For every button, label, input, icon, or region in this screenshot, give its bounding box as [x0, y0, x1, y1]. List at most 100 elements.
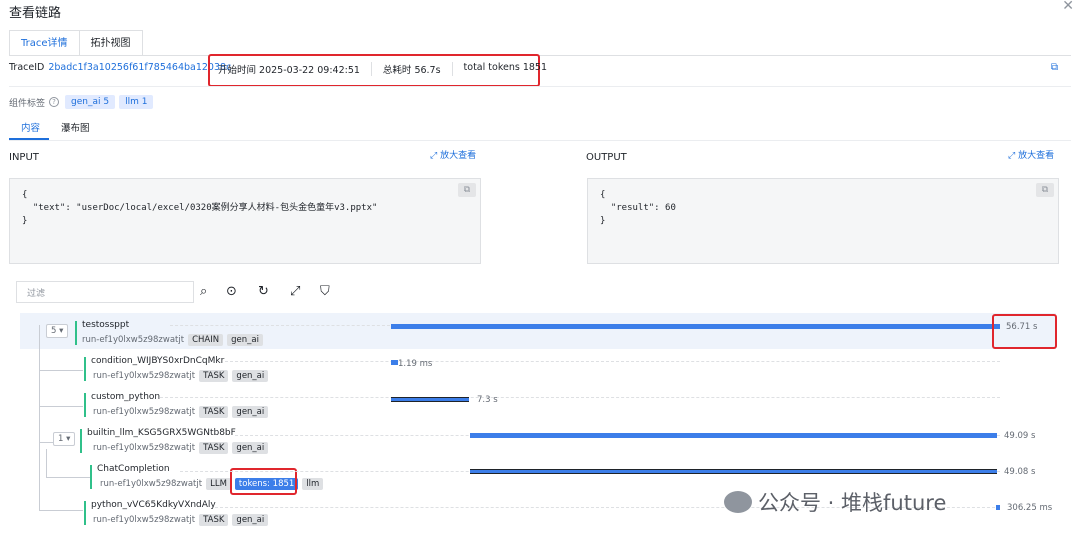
input-label: INPUT	[9, 152, 39, 163]
node-name[interactable]: builtin_llm_KSG5GRX5WGNtb8bF	[87, 428, 236, 438]
external-link-icon[interactable]: ⧉	[1051, 62, 1058, 73]
node-tag: gen_ai	[227, 334, 263, 346]
trace-meta: 开始时间 2025-03-22 09:42:51 总耗时 56.7s total…	[218, 62, 558, 76]
span-bar[interactable]	[996, 505, 1000, 510]
node-run-id: run-ef1y0lxw5z98zwatjt	[93, 443, 196, 453]
input-code: { "text": "userDoc/local/excel/0320案例分享人…	[9, 178, 481, 264]
span-duration: 7.3 s	[477, 395, 498, 405]
node-name[interactable]: custom_python	[91, 392, 160, 402]
copy-icon[interactable]: ⧉	[458, 183, 476, 197]
input-code-text: { "text": "userDoc/local/excel/0320案例分享人…	[22, 190, 378, 226]
expand-icon: ⤢	[1008, 151, 1019, 161]
main-tabs: Trace详情 拓扑视图	[9, 30, 143, 56]
span-duration: 1.19 ms	[398, 359, 433, 369]
row-guide	[160, 397, 1000, 398]
watermark: 公众号 · 堆栈future	[724, 487, 946, 517]
node-run-id: run-ef1y0lxw5z98zwatjt	[93, 371, 196, 381]
tab-waterfall[interactable]: 瀑布图	[61, 120, 90, 134]
node-tag: TASK	[199, 370, 229, 382]
span-bar[interactable]	[470, 433, 997, 438]
row-guide	[225, 361, 1000, 362]
toggle-count: 1	[58, 434, 64, 444]
span-duration: 49.08 s	[1004, 467, 1036, 477]
chip-gen-ai[interactable]: gen_ai 5	[65, 95, 116, 109]
chip-llm[interactable]: llm 1	[119, 95, 154, 109]
output-code-text: { "result": 60 }	[600, 190, 676, 226]
input-zoom-text: 放大查看	[440, 151, 477, 161]
output-label: OUTPUT	[586, 152, 627, 163]
node-indicator	[84, 393, 86, 417]
node-indicator	[80, 429, 82, 453]
copy-icon[interactable]: ⧉	[1036, 183, 1054, 197]
span-bar[interactable]	[470, 469, 997, 474]
component-tags-label: 组件标签	[9, 98, 46, 109]
node-indicator	[75, 321, 77, 345]
node-name[interactable]: python_vVC65KdkyVXndAly	[91, 500, 216, 510]
help-icon[interactable]: ?	[49, 97, 60, 107]
search-icon[interactable]: ⌕	[200, 284, 207, 299]
span-bar[interactable]	[391, 324, 1000, 329]
component-tags: 组件标签 ? gen_ai 5 llm 1	[9, 95, 157, 109]
tab-trace-detail[interactable]: Trace详情	[9, 30, 80, 56]
filter-funnel-icon[interactable]: ⛉	[320, 284, 330, 299]
tree-connector	[39, 510, 83, 511]
tree-connector	[39, 442, 53, 443]
tree-connector	[46, 477, 90, 478]
node-run-id: run-ef1y0lxw5z98zwatjt	[93, 515, 196, 525]
node-meta: run-ef1y0lxw5z98zwatjt TASK gen_ai	[93, 370, 269, 382]
node-tag: gen_ai	[232, 370, 269, 382]
expand-icon[interactable]: ⤢	[290, 284, 300, 299]
output-zoom-text: 放大查看	[1018, 151, 1055, 161]
node-tag: TASK	[199, 406, 229, 418]
watermark-text: 公众号 · 堆栈future	[758, 491, 947, 515]
divider	[9, 140, 1071, 141]
tree-connector	[39, 325, 40, 510]
node-run-id: run-ef1y0lxw5z98zwatjt	[100, 479, 203, 489]
node-tag: TASK	[199, 514, 229, 526]
row-guide	[170, 325, 390, 326]
total-duration: 总耗时 56.7s	[372, 62, 453, 76]
node-tag: gen_ai	[232, 442, 269, 454]
node-meta: run-ef1y0lxw5z98zwatjt TASK gen_ai	[93, 406, 269, 418]
node-name[interactable]: condition_WIJBYS0xrDnCqMkr	[91, 356, 224, 366]
trace-id: TraceID 2badc1f3a10256f61f785464ba12038c	[9, 62, 231, 73]
node-indicator	[84, 501, 86, 525]
close-icon[interactable]: ✕	[1062, 0, 1074, 14]
start-time: 开始时间 2025-03-22 09:42:51	[218, 62, 372, 76]
tree-connector	[39, 370, 83, 371]
node-tag: LLM	[206, 478, 231, 490]
locate-icon[interactable]: ⊙	[226, 284, 237, 299]
filter-input[interactable]: 过滤	[16, 281, 194, 303]
node-name[interactable]: testossppt	[82, 320, 129, 330]
node-indicator	[84, 357, 86, 381]
tab-divider	[9, 55, 1071, 56]
node-tag: TASK	[199, 442, 229, 454]
trace-id-link[interactable]: 2badc1f3a10256f61f785464ba12038c	[48, 62, 231, 73]
trace-id-label: TraceID	[9, 62, 45, 73]
collapse-toggle-root[interactable]: 5 ▾	[46, 324, 69, 338]
node-meta: run-ef1y0lxw5z98zwatjt TASK gen_ai	[93, 514, 269, 526]
input-zoom-link[interactable]: ⤢ 放大查看	[430, 148, 476, 161]
output-zoom-link[interactable]: ⤢ 放大查看	[1008, 148, 1054, 161]
node-tag: CHAIN	[188, 334, 224, 346]
expand-icon: ⤢	[430, 151, 441, 161]
node-name[interactable]: ChatCompletion	[97, 464, 170, 474]
refresh-icon[interactable]: ↻	[258, 284, 269, 299]
span-bar[interactable]	[391, 360, 398, 365]
tree-connector	[46, 449, 47, 477]
span-bar[interactable]	[391, 397, 469, 402]
collapse-toggle-llm[interactable]: 1 ▾	[53, 432, 76, 446]
node-run-id: run-ef1y0lxw5z98zwatjt	[82, 335, 185, 345]
dialog-title: 查看链路	[9, 6, 62, 21]
tab-content[interactable]: 内容	[21, 120, 40, 134]
tree-connector	[39, 406, 83, 407]
node-meta: run-ef1y0lxw5z98zwatjt TASK gen_ai	[93, 442, 269, 454]
node-tag: gen_ai	[232, 514, 269, 526]
span-duration: 49.09 s	[1004, 431, 1036, 441]
node-tag: gen_ai	[232, 406, 269, 418]
span-duration: 56.71 s	[1006, 322, 1038, 332]
node-indicator	[90, 465, 92, 489]
node-run-id: run-ef1y0lxw5z98zwatjt	[93, 407, 196, 417]
node-tag: llm	[302, 478, 324, 490]
tab-topology[interactable]: 拓扑视图	[79, 30, 143, 56]
